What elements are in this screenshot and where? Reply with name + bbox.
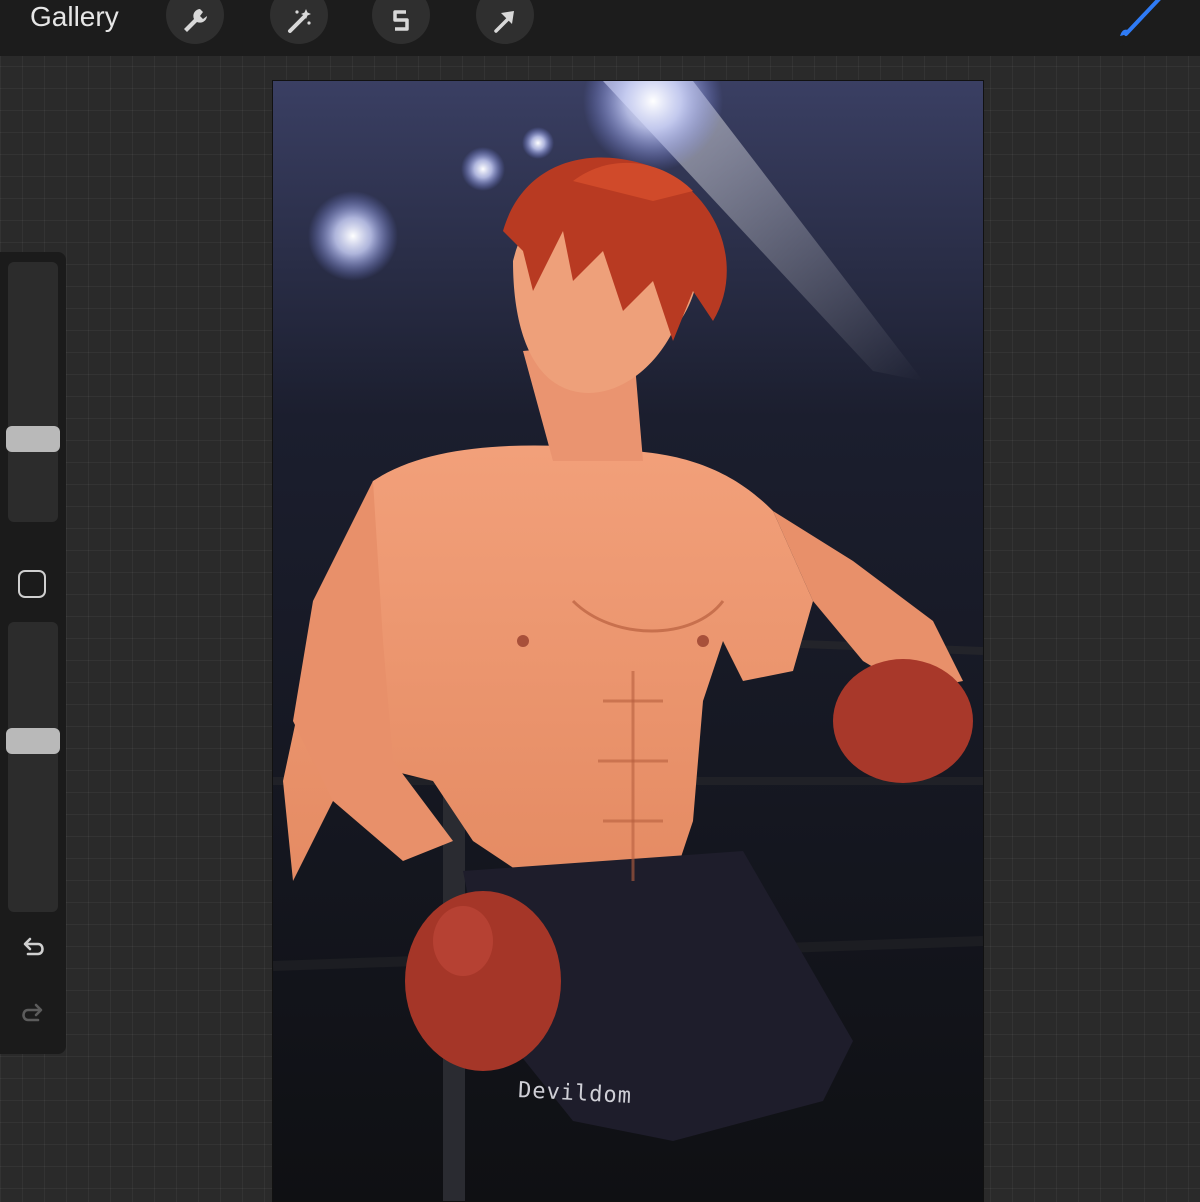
brush-opacity-slider-thumb[interactable] <box>6 727 60 754</box>
brush-icon <box>1120 0 1161 36</box>
transform-button[interactable] <box>476 0 534 44</box>
arrow-icon <box>494 11 514 33</box>
magic-wand-icon <box>288 9 311 33</box>
artwork <box>273 81 983 1201</box>
gallery-button[interactable]: Gallery <box>30 0 119 36</box>
top-toolbar: Gallery <box>0 0 1200 56</box>
undo-icon <box>23 937 44 956</box>
modify-button[interactable] <box>18 570 46 598</box>
brush-size-slider[interactable] <box>8 262 58 522</box>
adjustments-button[interactable] <box>270 0 328 44</box>
selection-button[interactable] <box>372 0 430 44</box>
wrench-icon <box>184 9 207 32</box>
left-sidebar <box>0 252 66 1054</box>
redo-icon <box>22 1003 43 1022</box>
undo-button[interactable] <box>16 932 50 966</box>
redo-button[interactable] <box>16 998 50 1032</box>
brush-size-slider-thumb[interactable] <box>6 425 60 452</box>
actions-wrench-button[interactable] <box>166 0 224 44</box>
drawing-canvas[interactable]: Devildom <box>272 80 984 1202</box>
brush-tool-button[interactable] <box>1112 0 1172 42</box>
brush-opacity-slider[interactable] <box>8 622 58 912</box>
selection-s-icon <box>393 10 409 31</box>
